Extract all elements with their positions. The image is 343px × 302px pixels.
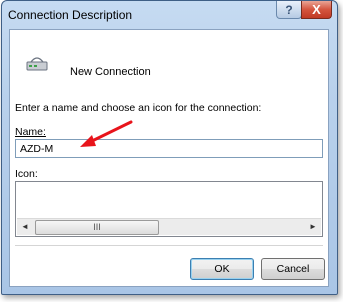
scroll-left-icon[interactable]: ◄	[17, 219, 33, 235]
horizontal-scrollbar[interactable]: ◄ III ►	[17, 218, 321, 235]
dialog-body: New Connection Enter a name and choose a…	[9, 29, 329, 287]
cancel-button[interactable]: Cancel	[261, 258, 325, 280]
name-input[interactable]	[15, 139, 323, 158]
scroll-thumb[interactable]: III	[35, 220, 159, 235]
window-title: Connection Description	[8, 8, 133, 22]
help-button[interactable]: ?	[276, 1, 302, 19]
divider	[15, 245, 323, 246]
modem-icon	[25, 52, 49, 76]
title-bar[interactable]: Connection Description ? X	[2, 1, 337, 29]
connection-name: New Connection	[70, 66, 151, 78]
icon-list[interactable]: ◄ III ►	[15, 181, 323, 237]
name-label: Name:	[15, 126, 46, 138]
scroll-right-icon[interactable]: ►	[305, 219, 321, 235]
close-button[interactable]: X	[301, 1, 332, 19]
instruction-text: Enter a name and choose an icon for the …	[15, 102, 262, 114]
name-label-text: Name:	[15, 126, 46, 138]
icon-label: Icon:	[15, 168, 38, 180]
ok-button[interactable]: OK	[190, 258, 254, 280]
dialog-window: Connection Description ? X New Connectio…	[1, 0, 338, 295]
